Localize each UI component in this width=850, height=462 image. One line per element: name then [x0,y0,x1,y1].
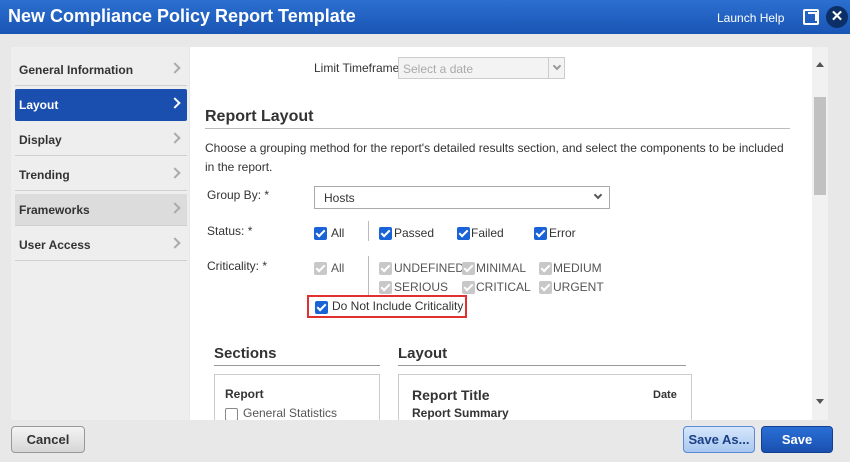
sidebar-item-label: Display [19,133,62,147]
status-all-label: All [331,226,345,240]
layout-report-summary: Report Summary [412,406,509,420]
criticality-all-checkbox[interactable] [314,262,327,275]
sidebar-item-user-access[interactable]: User Access [15,229,187,261]
launch-help-link[interactable]: Launch Help [717,11,784,25]
chevron-right-icon [169,167,181,179]
criticality-undefined-label: UNDEFINED [394,261,465,275]
status-failed-checkbox[interactable] [457,227,470,240]
status-passed-checkbox[interactable] [379,227,392,240]
scroll-down-icon[interactable] [816,399,824,404]
general-statistics-checkbox[interactable] [225,408,238,420]
scroll-thumb[interactable] [814,97,826,195]
chevron-right-icon [169,202,181,214]
chevron-right-icon [169,97,181,109]
criticality-critical-label: CRITICAL [476,280,531,294]
criticality-medium-label: MEDIUM [553,261,602,275]
status-separator [368,221,369,241]
sidebar: General Information Layout Display Trend… [11,47,189,420]
sidebar-item-general-information[interactable]: General Information [15,54,187,86]
heading-divider [205,128,790,129]
general-statistics-label: General Statistics [243,406,338,420]
report-layout-description: Choose a grouping method for the report'… [205,141,784,174]
sidebar-item-label: Trending [19,168,70,182]
title-bar: New Compliance Policy Report Template La… [0,0,850,34]
sections-heading: Sections [214,345,277,362]
sidebar-item-frameworks[interactable]: Frameworks [15,194,187,226]
select-divider [548,58,549,78]
report-layout-heading: Report Layout [205,108,314,125]
caret-down-icon [593,190,603,200]
layout-heading: Layout [398,345,448,362]
criticality-separator [368,256,369,295]
status-passed-label: Passed [394,226,435,240]
chevron-right-icon [169,62,181,74]
criticality-urgent-checkbox[interactable] [539,281,552,294]
layout-report-title: Report Title [412,387,490,403]
criticality-minimal-checkbox[interactable] [462,262,475,275]
dialog-title: New Compliance Policy Report Template [8,6,356,26]
sidebar-item-label: Layout [19,98,59,112]
exclude-criticality-highlight: Do Not Include Criticality [307,295,467,318]
criticality-critical-checkbox[interactable] [462,281,475,294]
close-icon[interactable]: ✕ [826,6,848,28]
scroll-up-icon[interactable] [816,62,824,67]
criticality-all-label: All [331,261,345,275]
status-all-checkbox[interactable] [314,227,327,240]
timeframe-placeholder: Select a date [403,62,474,76]
save-as-button[interactable]: Save As... [683,426,755,453]
criticality-serious-label: SERIOUS [394,280,449,294]
sections-divider [214,365,380,366]
timeframe-label: Limit Timeframe [314,61,400,75]
status-error-label: Error [549,226,576,240]
chevron-right-icon [169,237,181,249]
sidebar-item-label: User Access [19,238,91,252]
criticality-urgent-label: URGENT [553,280,604,294]
caret-down-icon [552,61,562,71]
sidebar-item-display[interactable]: Display [15,124,187,156]
sections-box-title: Report [225,387,264,401]
status-failed-label: Failed [471,226,504,240]
content-scrollbar[interactable] [812,47,828,420]
sidebar-item-layout[interactable]: Layout [15,89,187,121]
sidebar-item-label: General Information [19,63,134,77]
popout-icon[interactable] [803,9,819,25]
criticality-label: Criticality: * [207,259,268,273]
exclude-criticality-label: Do Not Include Criticality [332,299,464,313]
sections-box: Report General Statistics [214,374,380,420]
save-button[interactable]: Save [761,426,833,453]
status-error-checkbox[interactable] [534,227,547,240]
group-by-value: Hosts [324,191,355,205]
criticality-serious-checkbox[interactable] [379,281,392,294]
group-by-label: Group By: * [207,188,270,202]
layout-date: Date [653,389,677,401]
layout-preview-box: Report Title Date Report Summary [398,374,692,420]
layout-divider [398,365,686,366]
status-label: Status: * [207,224,253,238]
cancel-button[interactable]: Cancel [11,426,85,453]
sidebar-item-label: Frameworks [19,203,90,217]
criticality-minimal-label: MINIMAL [476,261,527,275]
main-content: Limit Timeframe Select a date Report Lay… [190,47,812,420]
criticality-undefined-checkbox[interactable] [379,262,392,275]
exclude-criticality-checkbox[interactable] [315,301,328,314]
chevron-right-icon [169,132,181,144]
timeframe-select[interactable]: Select a date [398,57,565,79]
group-by-select[interactable]: Hosts [314,186,610,209]
sidebar-item-trending[interactable]: Trending [15,159,187,191]
criticality-medium-checkbox[interactable] [539,262,552,275]
